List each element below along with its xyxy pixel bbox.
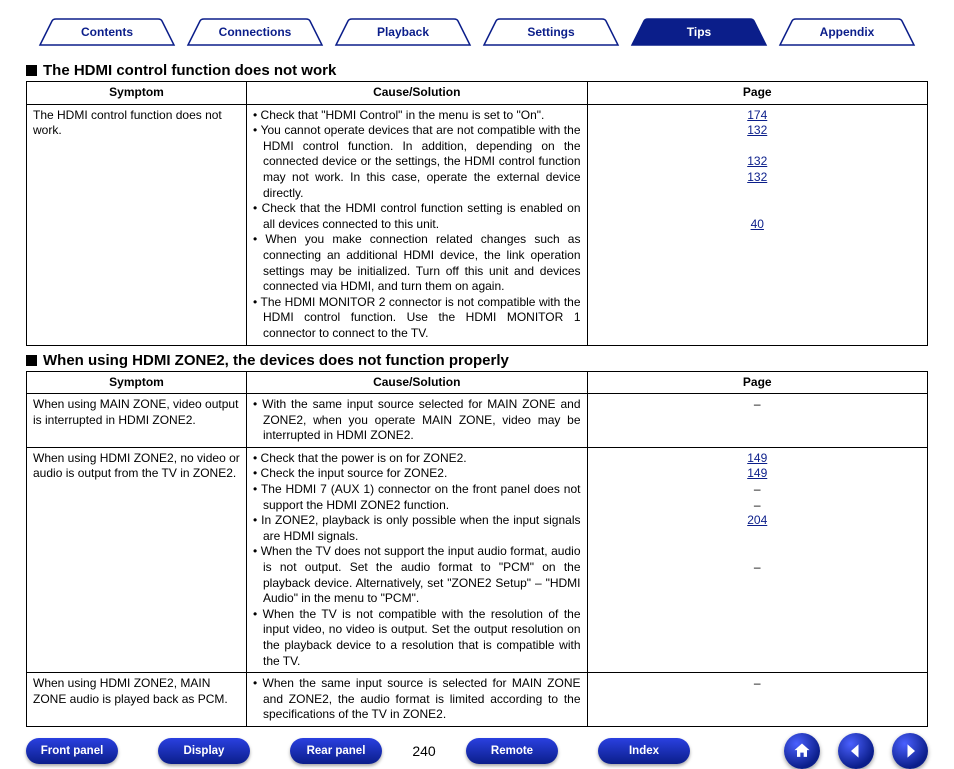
tab-settings[interactable]: Settings xyxy=(476,18,626,46)
cause-item: Check that the power is on for ZONE2. xyxy=(253,451,581,467)
page-link[interactable]: 40 xyxy=(594,217,922,233)
cause-cell: When the same input source is selected f… xyxy=(247,673,588,727)
page-dash: – xyxy=(594,498,922,514)
page-number: 240 xyxy=(404,743,444,759)
cause-cell: Check that "HDMI Control" in the menu is… xyxy=(247,104,588,345)
cause-cell: Check that the power is on for ZONE2.Che… xyxy=(247,447,588,672)
page-link[interactable]: 149 xyxy=(594,451,922,467)
tab-appendix[interactable]: Appendix xyxy=(772,18,922,46)
index-button[interactable]: Index xyxy=(598,738,690,764)
footer-nav: Front panel Display Rear panel 240 Remote I… xyxy=(26,727,928,769)
page-link[interactable]: 132 xyxy=(594,170,922,186)
page-link[interactable]: 204 xyxy=(594,513,922,529)
arrow-left-icon[interactable] xyxy=(838,733,874,769)
col-cause: Cause/Solution xyxy=(247,371,588,394)
symptom-cell: The HDMI control function does not work. xyxy=(27,104,247,345)
col-page: Page xyxy=(587,82,928,105)
page-cell: – xyxy=(587,394,928,448)
cause-item: In ZONE2, playback is only possible when… xyxy=(253,513,581,544)
tab-connections[interactable]: Connections xyxy=(180,18,330,46)
cause-item: The HDMI MONITOR 2 connector is not comp… xyxy=(253,295,581,342)
section-heading: The HDMI control function does not work xyxy=(26,62,928,79)
page-cell: – xyxy=(587,673,928,727)
section-heading: When using HDMI ZONE2, the devices does … xyxy=(26,352,928,369)
page-link[interactable]: 132 xyxy=(594,123,922,139)
tab-playback[interactable]: Playback xyxy=(328,18,478,46)
page-cell: 174132 132132 40 xyxy=(587,104,928,345)
tab-tips[interactable]: Tips xyxy=(624,18,774,46)
cause-item: Check the input source for ZONE2. xyxy=(253,466,581,482)
cause-item: When the TV does not support the input a… xyxy=(253,544,581,606)
cause-cell: With the same input source selected for … xyxy=(247,394,588,448)
square-bullet-icon xyxy=(26,65,37,76)
symptom-cell: When using HDMI ZONE2, MAIN ZONE audio i… xyxy=(27,673,247,727)
cause-item: You cannot operate devices that are not … xyxy=(253,123,581,201)
page-dash: – xyxy=(594,397,922,413)
cause-item: Check that "HDMI Control" in the menu is… xyxy=(253,108,581,124)
table-row: When using HDMI ZONE2, no video or audio… xyxy=(27,447,928,672)
table-row: When using HDMI ZONE2, MAIN ZONE audio i… xyxy=(27,673,928,727)
remote-button[interactable]: Remote xyxy=(466,738,558,764)
page-link[interactable]: 174 xyxy=(594,108,922,124)
troubleshoot-table: Symptom Cause/Solution Page When using M… xyxy=(26,371,928,727)
display-button[interactable]: Display xyxy=(158,738,250,764)
col-symptom: Symptom xyxy=(27,82,247,105)
home-icon[interactable] xyxy=(784,733,820,769)
col-symptom: Symptom xyxy=(27,371,247,394)
troubleshoot-table: Symptom Cause/Solution Page The HDMI con… xyxy=(26,81,928,346)
page-link[interactable]: 132 xyxy=(594,154,922,170)
cause-item: When the same input source is selected f… xyxy=(253,676,581,723)
square-bullet-icon xyxy=(26,355,37,366)
cause-item: With the same input source selected for … xyxy=(253,397,581,444)
page-cell: 149149––204 – xyxy=(587,447,928,672)
arrow-right-icon[interactable] xyxy=(892,733,928,769)
cause-item: When you make connection related changes… xyxy=(253,232,581,294)
table-row: When using MAIN ZONE, video output is in… xyxy=(27,394,928,448)
page-dash: – xyxy=(594,676,922,692)
tab-contents[interactable]: Contents xyxy=(32,18,182,46)
cause-item: Check that the HDMI control function set… xyxy=(253,201,581,232)
cause-item: The HDMI 7 (AUX 1) connector on the fron… xyxy=(253,482,581,513)
col-page: Page xyxy=(587,371,928,394)
front-panel-button[interactable]: Front panel xyxy=(26,738,118,764)
col-cause: Cause/Solution xyxy=(247,82,588,105)
top-tabs: Contents Connections Playback Settings T… xyxy=(26,18,928,46)
table-row: The HDMI control function does not work.… xyxy=(27,104,928,345)
page-dash: – xyxy=(594,560,922,576)
rear-panel-button[interactable]: Rear panel xyxy=(290,738,382,764)
cause-item: When the TV is not compatible with the r… xyxy=(253,607,581,669)
symptom-cell: When using HDMI ZONE2, no video or audio… xyxy=(27,447,247,672)
symptom-cell: When using MAIN ZONE, video output is in… xyxy=(27,394,247,448)
page-dash: – xyxy=(594,482,922,498)
page-link[interactable]: 149 xyxy=(594,466,922,482)
